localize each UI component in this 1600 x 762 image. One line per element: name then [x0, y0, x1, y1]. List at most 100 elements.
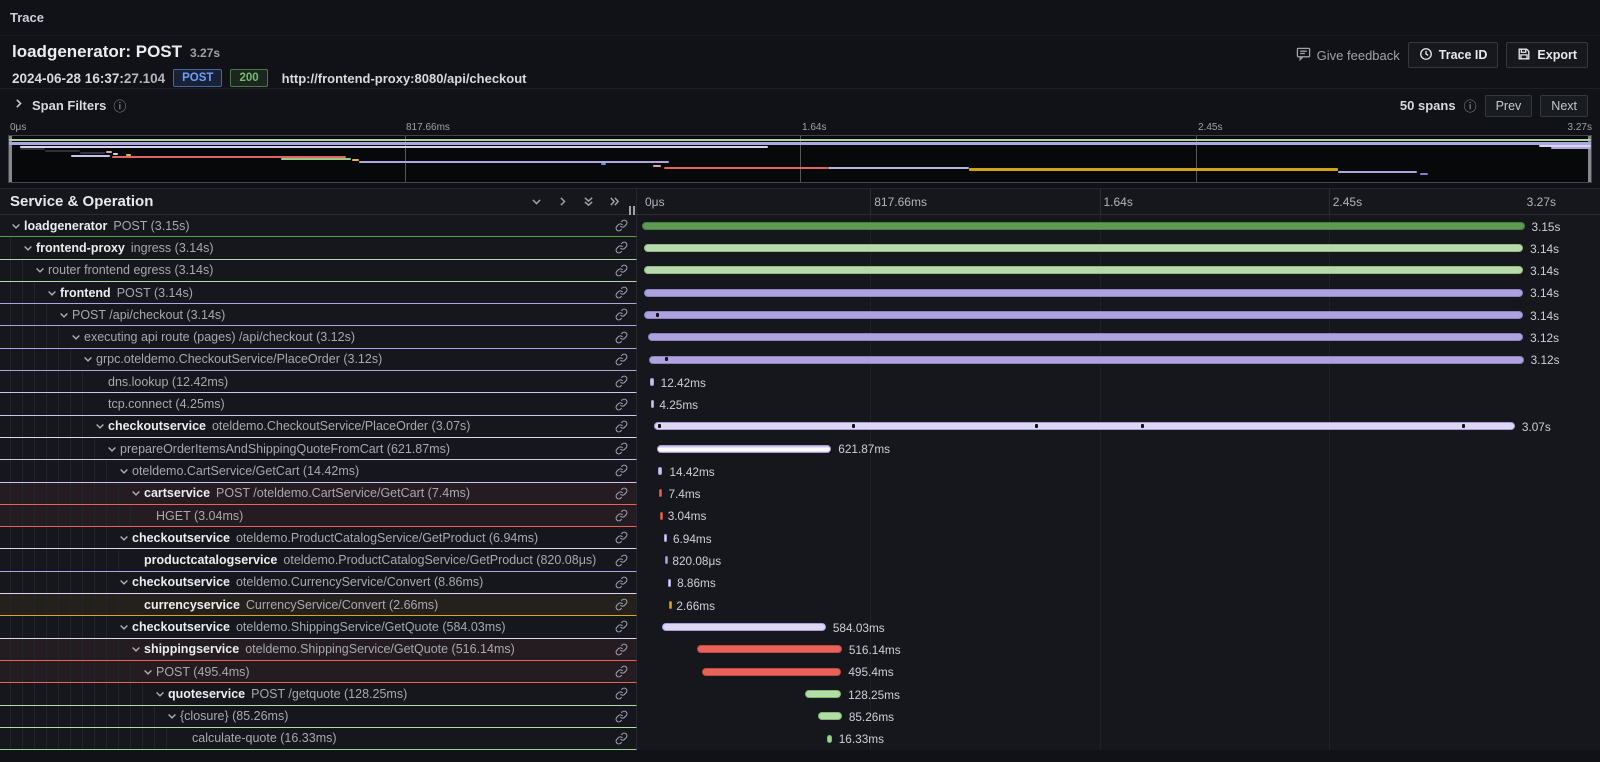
- span-row[interactable]: POST /api/checkout (3.14s)3.14s: [0, 304, 1600, 326]
- span-bar[interactable]: [644, 266, 1523, 274]
- collapse-one-icon[interactable]: [528, 194, 544, 210]
- span-bar[interactable]: [669, 601, 672, 609]
- span-row[interactable]: currencyserviceCurrencyService/Convert (…: [0, 594, 1600, 616]
- span-bar-cell[interactable]: 3.14s: [637, 304, 1600, 326]
- span-row[interactable]: grpc.oteldemo.CheckoutService/PlaceOrder…: [0, 349, 1600, 371]
- span-bar-cell[interactable]: 8.86ms: [637, 572, 1600, 594]
- span-row[interactable]: frontendPOST (3.14s)3.14s: [0, 282, 1600, 304]
- span-link-icon[interactable]: [615, 643, 628, 656]
- span-link-icon[interactable]: [615, 353, 628, 366]
- span-link-icon[interactable]: [615, 687, 628, 700]
- span-link-icon[interactable]: [615, 554, 628, 567]
- span-name-cell[interactable]: executing api route (pages) /api/checkou…: [0, 326, 637, 348]
- span-name-cell[interactable]: frontend-proxyingress (3.14s): [0, 237, 637, 259]
- span-link-icon[interactable]: [615, 219, 628, 232]
- span-link-icon[interactable]: [615, 576, 628, 589]
- info-icon[interactable]: ⓘ: [113, 96, 126, 115]
- span-name-cell[interactable]: cartservicePOST /oteldemo.CartService/Ge…: [0, 483, 637, 505]
- span-name-cell[interactable]: shippingserviceoteldemo.ShippingService/…: [0, 639, 637, 661]
- expand-chevron-icon[interactable]: [82, 353, 96, 365]
- span-name-cell[interactable]: oteldemo.CartService/GetCart (14.42ms): [0, 460, 637, 482]
- span-link-icon[interactable]: [615, 398, 628, 411]
- span-name-cell[interactable]: quoteservicePOST /getquote (128.25ms): [0, 683, 637, 705]
- span-bar-cell[interactable]: 4.25ms: [637, 393, 1600, 415]
- span-bar-cell[interactable]: 516.14ms: [637, 639, 1600, 661]
- span-link-icon[interactable]: [615, 620, 628, 633]
- span-bar[interactable]: [648, 333, 1523, 341]
- span-bar-cell[interactable]: 2.66ms: [637, 594, 1600, 616]
- span-link-icon[interactable]: [615, 598, 628, 611]
- span-link-icon[interactable]: [615, 509, 628, 522]
- span-row[interactable]: checkoutserviceoteldemo.ProductCatalogSe…: [0, 527, 1600, 549]
- span-link-icon[interactable]: [615, 531, 628, 544]
- span-row[interactable]: prepareOrderItemsAndShippingQuoteFromCar…: [0, 438, 1600, 460]
- span-bar[interactable]: [668, 579, 671, 587]
- span-name-cell[interactable]: checkoutserviceoteldemo.CurrencyService/…: [0, 572, 637, 594]
- expand-chevron-icon[interactable]: [34, 264, 48, 276]
- span-bar-cell[interactable]: 12.42ms: [637, 371, 1600, 393]
- span-name-cell[interactable]: checkoutserviceoteldemo.ShippingService/…: [0, 616, 637, 638]
- collapse-all-icon[interactable]: [580, 194, 596, 210]
- expand-chevron-icon[interactable]: [154, 688, 168, 700]
- span-row[interactable]: loadgeneratorPOST (3.15s)3.15s: [0, 215, 1600, 237]
- span-bar[interactable]: [642, 222, 1524, 230]
- span-link-icon[interactable]: [615, 710, 628, 723]
- span-link-icon[interactable]: [615, 487, 628, 500]
- span-name-cell[interactable]: POST (495.4ms): [0, 661, 637, 683]
- span-bar[interactable]: [644, 289, 1523, 297]
- span-row[interactable]: POST (495.4ms)495.4ms: [0, 661, 1600, 683]
- span-bar[interactable]: [805, 690, 841, 698]
- span-name-cell[interactable]: HGET (3.04ms): [0, 505, 637, 527]
- span-bar-cell[interactable]: 85.26ms: [637, 706, 1600, 728]
- span-bar[interactable]: [657, 445, 831, 453]
- expand-chevron-icon[interactable]: [22, 242, 36, 254]
- span-name-cell[interactable]: {closure} (85.26ms): [0, 706, 637, 728]
- span-bar-cell[interactable]: 3.15s: [637, 215, 1600, 237]
- span-name-cell[interactable]: prepareOrderItemsAndShippingQuoteFromCar…: [0, 438, 637, 460]
- span-row[interactable]: HGET (3.04ms)3.04ms: [0, 505, 1600, 527]
- expand-chevron-icon[interactable]: [106, 443, 120, 455]
- span-bar[interactable]: [654, 422, 1515, 430]
- span-bar-cell[interactable]: 128.25ms: [637, 683, 1600, 705]
- span-bar[interactable]: [658, 467, 662, 475]
- span-bar[interactable]: [665, 556, 668, 564]
- span-row[interactable]: {closure} (85.26ms)85.26ms: [0, 706, 1600, 728]
- span-bar[interactable]: [702, 668, 841, 676]
- expand-chevron-icon[interactable]: [46, 287, 60, 299]
- span-row[interactable]: checkoutserviceoteldemo.ShippingService/…: [0, 616, 1600, 638]
- span-bar[interactable]: [649, 356, 1523, 364]
- span-bar-cell[interactable]: 3.14s: [637, 237, 1600, 259]
- span-bar-cell[interactable]: 7.4ms: [637, 483, 1600, 505]
- span-bar-cell[interactable]: 3.12s: [637, 326, 1600, 348]
- span-row[interactable]: executing api route (pages) /api/checkou…: [0, 326, 1600, 348]
- span-link-icon[interactable]: [615, 264, 628, 277]
- span-name-cell[interactable]: tcp.connect (4.25ms): [0, 393, 637, 415]
- span-row[interactable]: cartservicePOST /oteldemo.CartService/Ge…: [0, 483, 1600, 505]
- span-name-cell[interactable]: checkoutserviceoteldemo.CheckoutService/…: [0, 416, 637, 438]
- span-bar[interactable]: [644, 311, 1523, 319]
- span-bar-cell[interactable]: 6.94ms: [637, 527, 1600, 549]
- span-bar-cell[interactable]: 820.08μs: [637, 549, 1600, 571]
- expand-chevron-icon[interactable]: [130, 487, 144, 499]
- expand-chevron-icon[interactable]: [118, 621, 132, 633]
- span-link-icon[interactable]: [615, 331, 628, 344]
- span-row[interactable]: dns.lookup (12.42ms)12.42ms: [0, 371, 1600, 393]
- expand-chevron-icon[interactable]: [166, 710, 180, 722]
- span-bar-cell[interactable]: 621.87ms: [637, 438, 1600, 460]
- span-link-icon[interactable]: [615, 442, 628, 455]
- span-name-cell[interactable]: calculate-quote (16.33ms): [0, 728, 637, 750]
- span-bar-cell[interactable]: 3.04ms: [637, 505, 1600, 527]
- span-name-cell[interactable]: grpc.oteldemo.CheckoutService/PlaceOrder…: [0, 349, 637, 371]
- span-bar[interactable]: [664, 534, 667, 542]
- expand-all-icon[interactable]: [606, 194, 622, 210]
- column-resize-grip[interactable]: [629, 206, 635, 215]
- span-bar[interactable]: [662, 623, 826, 631]
- span-name-cell[interactable]: currencyserviceCurrencyService/Convert (…: [0, 594, 637, 616]
- minimap-canvas[interactable]: [8, 135, 1592, 183]
- trace-id-button[interactable]: Trace ID: [1408, 42, 1499, 68]
- give-feedback-button[interactable]: Give feedback: [1296, 46, 1400, 64]
- span-link-icon[interactable]: [615, 241, 628, 254]
- expand-chevron-icon[interactable]: [142, 666, 156, 678]
- span-row[interactable]: calculate-quote (16.33ms)16.33ms: [0, 728, 1600, 750]
- span-name-cell[interactable]: router frontend egress (3.14s): [0, 260, 637, 282]
